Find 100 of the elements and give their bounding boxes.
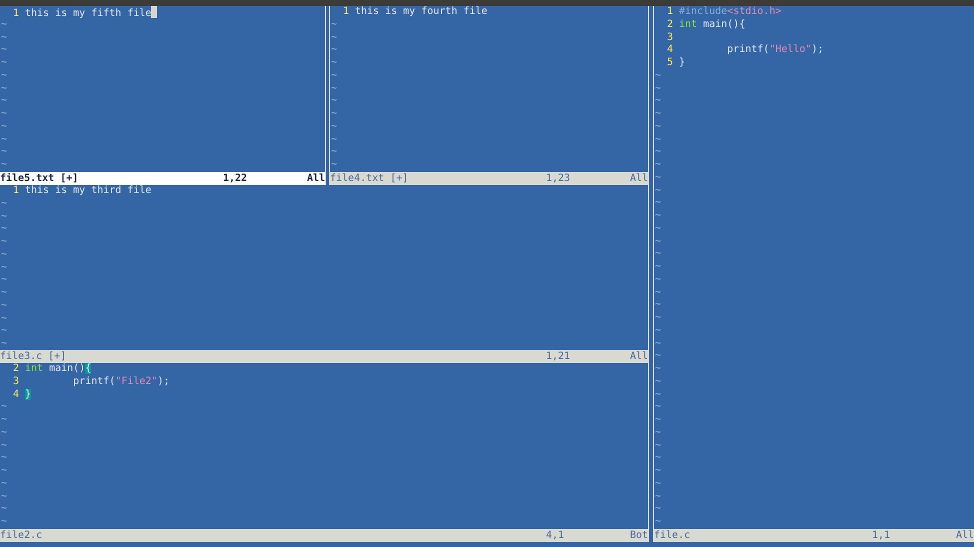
empty-line-marker: ~ [655, 376, 662, 388]
empty-line-marker: ~ [655, 210, 662, 223]
scroll-position: Bot [628, 529, 648, 542]
empty-line-marker: ~ [1, 18, 8, 32]
empty-line-marker: ~ [331, 120, 338, 134]
empty-line-marker: ~ [1, 401, 8, 414]
empty-line-marker: ~ [1, 82, 8, 96]
empty-line-marker: ~ [1, 338, 8, 350]
empty-line-marker: ~ [655, 414, 662, 427]
empty-line-marker: ~ [1, 300, 8, 312]
empty-line-marker: ~ [1, 426, 8, 440]
empty-line-marker: ~ [655, 108, 662, 121]
empty-line-marker: ~ [655, 172, 662, 184]
empty-line-marker: ~ [1, 198, 8, 210]
empty-line-marker: ~ [1, 248, 8, 262]
empty-line-marker: ~ [1, 465, 8, 478]
empty-line-marker: ~ [1, 516, 8, 529]
file-name: file2.c [0, 529, 44, 542]
cursor-position: 1,1 [872, 529, 892, 542]
code-line: 1 this is my fourth file [342, 6, 488, 19]
cursor-position: 1,22 [223, 172, 248, 185]
empty-line-marker: ~ [1, 490, 8, 504]
empty-line-marker: ~ [655, 248, 662, 261]
empty-line-marker: ~ [655, 324, 662, 338]
scroll-position: All [954, 529, 974, 542]
scroll-position: All [628, 172, 648, 185]
empty-line-marker: ~ [655, 299, 662, 312]
empty-line-marker: ~ [655, 401, 662, 414]
cursor-position: 1,23 [546, 172, 572, 185]
empty-line-marker: ~ [331, 95, 338, 108]
code-line: 2 int main(){ [12, 363, 92, 376]
empty-line-marker: ~ [331, 134, 338, 146]
empty-line-marker: ~ [331, 57, 338, 70]
file-name: file3.c [+] [0, 350, 68, 363]
empty-line-marker: ~ [1, 503, 8, 516]
empty-line-marker: ~ [655, 146, 662, 159]
empty-line-marker: ~ [655, 452, 662, 465]
code-line: 1 this is my third file [12, 185, 152, 198]
empty-line-marker: ~ [1, 108, 8, 121]
empty-line-marker: ~ [331, 32, 338, 44]
empty-line-marker: ~ [1, 287, 8, 300]
empty-line-marker: ~ [655, 503, 662, 516]
empty-line-marker: ~ [655, 388, 662, 402]
empty-line-marker: ~ [331, 70, 338, 82]
code-line: 3 [666, 32, 674, 44]
empty-line-marker: ~ [655, 222, 662, 236]
empty-line-marker: ~ [1, 223, 8, 236]
file-name: file.c [654, 529, 692, 542]
code-line: 1 this is my fifth file [1, 6, 325, 19]
empty-line-marker: ~ [655, 338, 662, 350]
empty-line-marker: ~ [1, 478, 8, 490]
empty-line-marker: ~ [655, 82, 662, 96]
file-name: file5.txt [+] [0, 172, 80, 185]
empty-line-marker: ~ [1, 274, 8, 287]
empty-line-marker: ~ [655, 312, 662, 325]
empty-line-marker: ~ [331, 159, 338, 172]
empty-line-marker: ~ [1, 44, 8, 57]
empty-line-marker: ~ [1, 325, 8, 338]
empty-line-marker: ~ [1, 32, 8, 44]
scroll-position: All [306, 172, 325, 185]
empty-line-marker: ~ [655, 95, 662, 108]
empty-line-marker: ~ [655, 490, 662, 504]
code-line: 3 printf("File2"); [12, 376, 171, 388]
empty-line-marker: ~ [331, 146, 338, 159]
code-line: 4 } [12, 388, 32, 402]
empty-line-marker: ~ [655, 261, 662, 274]
empty-line-marker: ~ [331, 44, 338, 57]
empty-line-marker: ~ [655, 274, 662, 286]
empty-line-marker: ~ [655, 134, 662, 146]
empty-line-marker: ~ [655, 440, 662, 452]
empty-line-marker: ~ [655, 159, 662, 172]
cursor-position: 1,21 [546, 350, 572, 363]
empty-line-marker: ~ [1, 159, 8, 172]
empty-line-marker: ~ [1, 414, 8, 427]
empty-line-marker: ~ [655, 363, 662, 376]
code-line: 2 int main(){ [666, 18, 746, 32]
empty-line-marker: ~ [655, 120, 662, 134]
empty-line-marker: ~ [1, 95, 8, 108]
scroll-position: All [628, 350, 648, 363]
empty-line-marker: ~ [331, 108, 338, 121]
empty-line-marker: ~ [331, 82, 338, 96]
cursor-position: 4,1 [546, 529, 566, 542]
empty-line-marker: ~ [655, 286, 662, 300]
empty-line-marker: ~ [655, 516, 662, 529]
empty-line-marker: ~ [1, 134, 8, 146]
empty-line-marker: ~ [655, 350, 662, 363]
empty-line-marker: ~ [655, 197, 662, 210]
empty-line-marker: ~ [655, 465, 662, 478]
empty-line-marker: ~ [655, 478, 662, 490]
empty-line-marker: ~ [1, 210, 8, 224]
empty-line-marker: ~ [655, 426, 662, 440]
empty-line-marker: ~ [655, 184, 662, 198]
empty-line-marker: ~ [1, 312, 8, 326]
file-name: file4.txt [+] [330, 172, 410, 185]
empty-line-marker: ~ [1, 452, 8, 465]
empty-line-marker: ~ [1, 236, 8, 249]
empty-line-marker: ~ [1, 146, 8, 159]
empty-line-marker: ~ [1, 70, 8, 82]
code-line: 4 printf("Hello"); [666, 44, 825, 57]
empty-line-marker: ~ [331, 18, 338, 32]
